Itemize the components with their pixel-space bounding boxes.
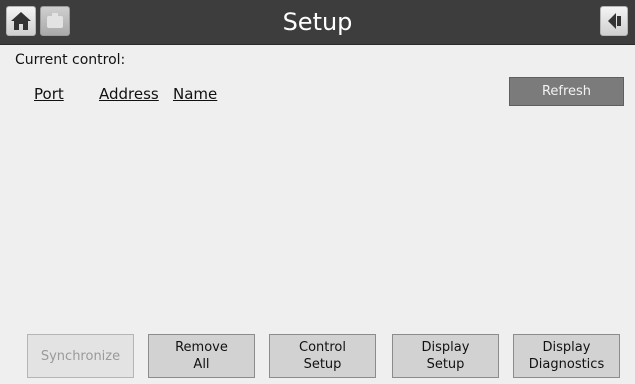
display-diagnostics-button[interactable]: Display Diagnostics — [513, 334, 620, 378]
page-title: Setup — [282, 8, 353, 36]
back-button[interactable] — [600, 6, 628, 36]
status-icon — [47, 13, 63, 28]
status-button[interactable] — [40, 6, 70, 36]
home-icon — [11, 12, 31, 30]
refresh-button[interactable]: Refresh — [509, 77, 624, 106]
remove-all-button[interactable]: Remove All — [148, 334, 255, 378]
title-bar: Setup — [0, 0, 635, 45]
home-button[interactable] — [6, 6, 36, 36]
synchronize-button[interactable]: Synchronize — [27, 334, 134, 378]
setup-screen: Setup Current control: Port Address Name… — [0, 0, 635, 384]
control-setup-button[interactable]: Control Setup — [269, 334, 376, 378]
column-header-port[interactable]: Port — [34, 85, 64, 103]
column-header-name[interactable]: Name — [173, 85, 217, 103]
current-control-label: Current control: — [15, 52, 126, 68]
column-header-address[interactable]: Address — [99, 85, 159, 103]
back-icon — [608, 13, 621, 29]
display-setup-button[interactable]: Display Setup — [392, 334, 499, 378]
